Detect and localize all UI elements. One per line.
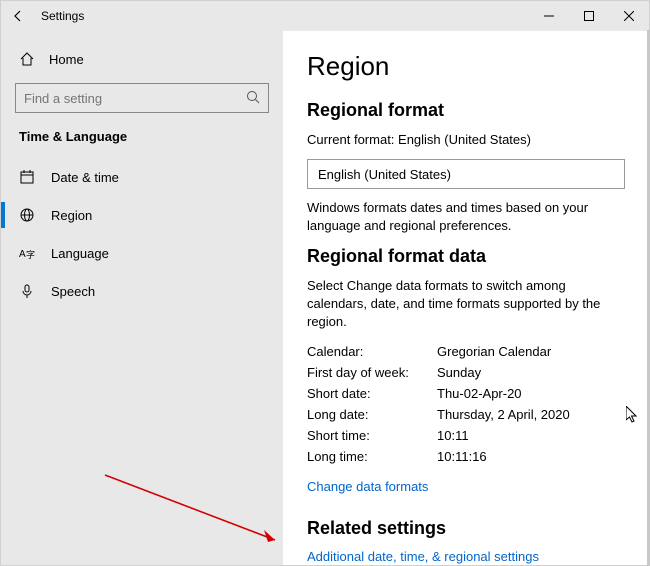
page-title: Region [307, 51, 625, 82]
format-description: Windows formats dates and times based on… [307, 199, 625, 235]
format-data-heading: Regional format data [307, 246, 625, 267]
sidebar-item-language[interactable]: A字 Language [15, 234, 269, 272]
table-row: Long date:Thursday, 2 April, 2020 [307, 404, 625, 425]
sidebar-item-label: Date & time [51, 170, 119, 185]
globe-icon [19, 207, 35, 223]
home-nav[interactable]: Home [15, 43, 269, 75]
home-label: Home [49, 52, 84, 67]
maximize-button[interactable] [569, 1, 609, 31]
settings-window: Settings Home Time & Language Date & tim… [0, 0, 650, 566]
sidebar-item-region[interactable]: Region [15, 196, 269, 234]
table-row: First day of week:Sunday [307, 362, 625, 383]
home-icon [19, 51, 35, 67]
window-title: Settings [41, 9, 84, 23]
language-icon: A字 [19, 245, 35, 261]
format-dropdown[interactable]: English (United States) [307, 159, 625, 189]
dropdown-value: English (United States) [318, 167, 451, 182]
related-settings-heading: Related settings [307, 518, 625, 539]
table-row: Long time:10:11:16 [307, 446, 625, 467]
main-content: Region Regional format Current format: E… [283, 31, 649, 565]
sidebar-item-label: Speech [51, 284, 95, 299]
calendar-icon [19, 169, 35, 185]
minimize-button[interactable] [529, 1, 569, 31]
search-box[interactable] [15, 83, 269, 113]
sidebar-item-date-time[interactable]: Date & time [15, 158, 269, 196]
current-format-label: Current format: English (United States) [307, 131, 625, 149]
change-data-formats-link[interactable]: Change data formats [307, 479, 428, 494]
table-row: Calendar:Gregorian Calendar [307, 341, 625, 362]
svg-text:字: 字 [26, 249, 35, 260]
microphone-icon [19, 283, 35, 299]
search-icon [246, 90, 260, 107]
close-button[interactable] [609, 1, 649, 31]
sidebar-item-speech[interactable]: Speech [15, 272, 269, 310]
sidebar-heading: Time & Language [15, 129, 269, 144]
table-row: Short time:10:11 [307, 425, 625, 446]
svg-text:A: A [19, 249, 26, 260]
back-button[interactable] [9, 7, 27, 25]
sidebar-item-label: Region [51, 208, 92, 223]
titlebar: Settings [1, 1, 649, 31]
table-row: Short date:Thu-02-Apr-20 [307, 383, 625, 404]
sidebar: Home Time & Language Date & time Region … [1, 31, 283, 565]
additional-settings-link[interactable]: Additional date, time, & regional settin… [307, 549, 539, 564]
format-data-table: Calendar:Gregorian Calendar First day of… [307, 341, 625, 467]
regional-format-heading: Regional format [307, 100, 625, 121]
format-data-description: Select Change data formats to switch amo… [307, 277, 625, 332]
sidebar-item-label: Language [51, 246, 109, 261]
search-input[interactable] [24, 91, 246, 106]
